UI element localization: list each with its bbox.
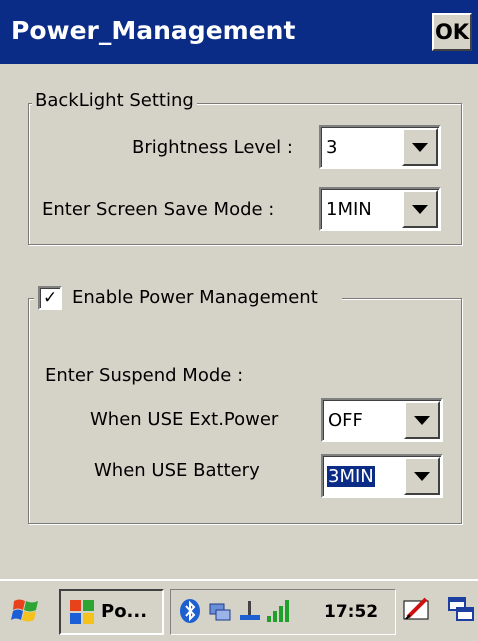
ext-power-value: OFF [328, 410, 363, 431]
window-title: Power_Management [11, 16, 296, 45]
network-icon[interactable] [207, 598, 233, 624]
chevron-down-icon [414, 471, 430, 481]
checkmark-icon: ✓ [43, 288, 58, 308]
ext-power-label: When USE Ext.Power [90, 409, 279, 430]
battery-value: 3MIN [327, 466, 375, 487]
clock[interactable]: 17:52 [324, 602, 378, 622]
ext-power-select[interactable]: OFF [321, 398, 443, 442]
input-panel-icon[interactable] [402, 595, 432, 625]
taskbar-app-button[interactable]: Po... [59, 589, 164, 635]
screen-save-mode-select[interactable]: 1MIN [319, 187, 441, 231]
chevron-down-icon [412, 204, 428, 214]
screen: Power_Management OK BackLight Setting Br… [0, 0, 478, 641]
enable-power-label[interactable]: Enable Power Management [72, 287, 318, 308]
title-bar: Power_Management OK [0, 0, 478, 64]
brightness-level-value: 3 [326, 137, 338, 158]
screen-save-dropdown-button[interactable] [402, 190, 438, 228]
battery-select[interactable]: 3MIN [321, 454, 443, 498]
enable-power-checkbox[interactable]: ✓ [38, 286, 62, 310]
system-tray: 17:52 [170, 589, 396, 635]
app-icon [70, 600, 94, 624]
brightness-level-select[interactable]: 3 [319, 125, 441, 169]
brightness-dropdown-button[interactable] [402, 128, 438, 166]
brightness-level-label: Brightness Level : [132, 137, 293, 158]
windows-flag-icon[interactable] [10, 595, 42, 627]
signal-bars-icon[interactable] [265, 598, 291, 624]
taskbar-app-label: Po... [101, 601, 148, 622]
chevron-down-icon [412, 142, 428, 152]
chevron-down-icon [414, 415, 430, 425]
backlight-group-legend: BackLight Setting [32, 90, 197, 111]
suspend-mode-label: Enter Suspend Mode : [45, 365, 244, 386]
window-switch-icon[interactable] [446, 595, 476, 625]
power-plug-icon[interactable] [237, 598, 263, 624]
screen-save-mode-value: 1MIN [326, 199, 372, 220]
battery-label: When USE Battery [94, 460, 260, 481]
battery-dropdown-button[interactable] [404, 457, 440, 495]
ok-button[interactable]: OK [432, 13, 472, 51]
taskbar: Po... 17:52 [0, 579, 478, 641]
ext-power-dropdown-button[interactable] [404, 401, 440, 439]
screen-save-mode-label: Enter Screen Save Mode : [42, 199, 275, 220]
bluetooth-icon[interactable] [177, 598, 203, 624]
